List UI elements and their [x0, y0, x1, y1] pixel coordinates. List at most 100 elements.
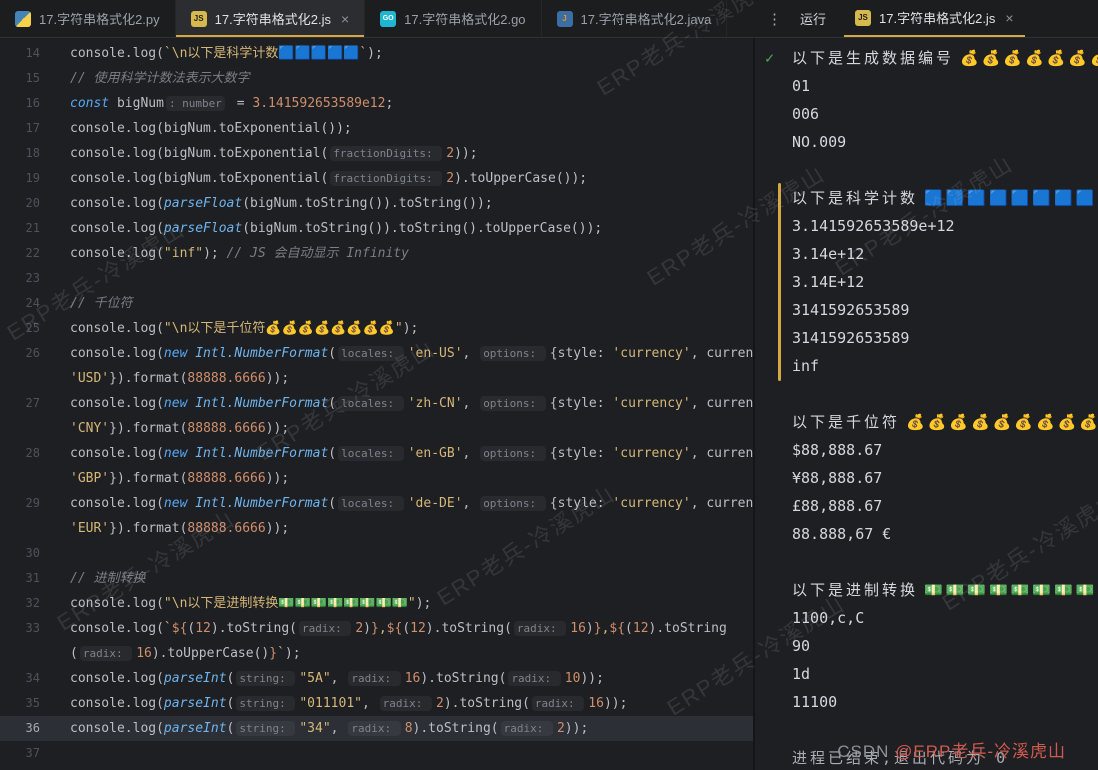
code-line[interactable]: 16const bigNum: number = 3.141592653589e…	[0, 91, 753, 116]
code-line[interactable]: 21console.log(parseFloat(bigNum.toString…	[0, 216, 753, 241]
line-number[interactable]: 15	[0, 66, 40, 91]
code-line[interactable]: 27console.log(new Intl.NumberFormat(loca…	[0, 391, 753, 416]
line-number[interactable]: 37	[0, 741, 40, 766]
line-number[interactable]: 36	[0, 716, 40, 741]
code-line[interactable]: 'CNY'}).format(88888.6666));	[0, 416, 753, 441]
code-line[interactable]: 35console.log(parseInt(string: "011101",…	[0, 691, 753, 716]
code-line[interactable]: 32console.log("\n以下是进制转换💵💵💵💵💵💵💵💵");	[0, 591, 753, 616]
line-number[interactable]: 31	[0, 566, 40, 591]
editor-tab-py[interactable]: 17.字符串格式化2.py	[0, 0, 176, 37]
code-text: // 进制转换	[40, 566, 145, 591]
line-number[interactable]: 30	[0, 541, 40, 566]
run-toolwindow-header: ⋮ 运行 JS 17.字符串格式化2.js ×	[757, 0, 1025, 37]
code-line[interactable]: 20console.log(parseFloat(bigNum.toString…	[0, 191, 753, 216]
code-line[interactable]: (radix: 16).toUpperCase()}`);	[0, 641, 753, 666]
line-number[interactable]	[0, 366, 40, 391]
terminal-line: 006	[755, 100, 1098, 128]
more-options-icon[interactable]: ⋮	[757, 0, 792, 37]
terminal-line: inf	[755, 352, 1098, 380]
line-number[interactable]: 25	[0, 316, 40, 341]
line-number[interactable]: 22	[0, 241, 40, 266]
terminal-line: 3141592653589	[755, 296, 1098, 324]
line-number[interactable]: 32	[0, 591, 40, 616]
line-number[interactable]	[0, 416, 40, 441]
close-icon[interactable]: ×	[1005, 10, 1013, 26]
terminal-text: ¥88,888.67	[792, 469, 882, 487]
terminal-text: 3141592653589	[792, 329, 909, 347]
code-line[interactable]: 'GBP'}).format(88888.6666));	[0, 466, 753, 491]
code-line[interactable]: 34console.log(parseInt(string: "5A", rad…	[0, 666, 753, 691]
code-line[interactable]: 28console.log(new Intl.NumberFormat(loca…	[0, 441, 753, 466]
code-line[interactable]: 'USD'}).format(88888.6666));	[0, 366, 753, 391]
line-number[interactable]: 24	[0, 291, 40, 316]
code-line[interactable]: 'EUR'}).format(88888.6666));	[0, 516, 753, 541]
line-number[interactable]: 20	[0, 191, 40, 216]
csdn-credit-prefix: CSDN	[837, 742, 895, 761]
code-text: console.log(new Intl.NumberFormat(locale…	[40, 441, 753, 466]
line-number[interactable]	[0, 516, 40, 541]
terminal-text: 1d	[792, 665, 810, 683]
line-number[interactable]: 34	[0, 666, 40, 691]
line-number[interactable]: 14	[0, 41, 40, 66]
line-number[interactable]	[0, 641, 40, 666]
code-line[interactable]: 14console.log(`\n以下是科学计数🟦🟦🟦🟦🟦`);	[0, 41, 753, 66]
code-text: console.log(new Intl.NumberFormat(locale…	[40, 341, 753, 366]
line-number[interactable]: 27	[0, 391, 40, 416]
line-number[interactable]: 16	[0, 91, 40, 116]
terminal-line: £88,888.67	[755, 492, 1098, 520]
code-line[interactable]: 24// 千位符	[0, 291, 753, 316]
line-number[interactable]: 35	[0, 691, 40, 716]
line-number[interactable]: 28	[0, 441, 40, 466]
code-editor[interactable]: 14console.log(`\n以下是科学计数🟦🟦🟦🟦🟦`);15// 使用科…	[0, 38, 753, 770]
tab-label: 17.字符串格式化2.js	[215, 9, 331, 28]
line-number[interactable]: 18	[0, 141, 40, 166]
terminal-line: 以下是科学计数🟦🟦🟦🟦🟦🟦🟦🟦	[755, 184, 1098, 212]
close-icon[interactable]: ×	[341, 11, 349, 27]
code-text: console.log(new Intl.NumberFormat(locale…	[40, 491, 753, 516]
code-line[interactable]: 15// 使用科学计数法表示大数字	[0, 66, 753, 91]
code-text: (radix: 16).toUpperCase()}`);	[40, 641, 301, 666]
code-line[interactable]: 23	[0, 266, 753, 291]
terminal-text: $88,888.67	[792, 441, 882, 459]
line-number[interactable]: 23	[0, 266, 40, 291]
tab-label: 17.字符串格式化2.py	[39, 9, 160, 28]
editor-tab-go[interactable]: GO17.字符串格式化2.go	[365, 0, 541, 37]
editor-tab-java[interactable]: J17.字符串格式化2.java	[542, 0, 728, 37]
line-number[interactable]: 33	[0, 616, 40, 641]
line-number[interactable]: 19	[0, 166, 40, 191]
code-line[interactable]: 37	[0, 741, 753, 766]
line-number[interactable]: 21	[0, 216, 40, 241]
line-number[interactable]: 29	[0, 491, 40, 516]
code-line[interactable]: 19console.log(bigNum.toExponential(fract…	[0, 166, 753, 191]
code-line[interactable]: 18console.log(bigNum.toExponential(fract…	[0, 141, 753, 166]
code-line[interactable]: 26console.log(new Intl.NumberFormat(loca…	[0, 341, 753, 366]
line-number[interactable]: 17	[0, 116, 40, 141]
code-line[interactable]: 22console.log("inf"); // JS 会自动显示 Infini…	[0, 241, 753, 266]
code-line[interactable]: 30	[0, 541, 753, 566]
code-line[interactable]: 25console.log("\n以下是千位符💰💰💰💰💰💰💰💰");	[0, 316, 753, 341]
code-line[interactable]: 36console.log(parseInt(string: "34", rad…	[0, 716, 753, 741]
code-line[interactable]: 29console.log(new Intl.NumberFormat(loca…	[0, 491, 753, 516]
terminal-line: ✓以下是生成数据编号💰💰💰💰💰💰💰💰	[755, 44, 1098, 72]
code-line[interactable]: 17console.log(bigNum.toExponential());	[0, 116, 753, 141]
success-check-icon: ✓	[765, 44, 774, 72]
terminal-line: ¥88,888.67	[755, 464, 1098, 492]
terminal-text: 01	[792, 77, 810, 95]
code-text: const bigNum: number = 3.141592653589e12…	[40, 91, 393, 116]
code-text: console.log(new Intl.NumberFormat(locale…	[40, 391, 753, 416]
tab-label: 17.字符串格式化2.java	[581, 9, 712, 28]
code-line[interactable]: 33console.log(`${(12).toString(radix: 2)…	[0, 616, 753, 641]
go-file-icon: GO	[380, 11, 396, 27]
code-line[interactable]: 31// 进制转换	[0, 566, 753, 591]
terminal-text: 3141592653589	[792, 301, 909, 319]
code-text: 'GBP'}).format(88888.6666));	[40, 466, 289, 491]
csdn-credit-author: @ERP老兵-冷溪虎山	[895, 742, 1066, 761]
terminal-text: 88.888,67 €	[792, 525, 891, 543]
line-number[interactable]: 26	[0, 341, 40, 366]
code-text: // 千位符	[40, 291, 132, 316]
editor-tab-js[interactable]: JS17.字符串格式化2.js×	[176, 0, 366, 37]
run-tab[interactable]: JS 17.字符串格式化2.js ×	[844, 0, 1025, 37]
line-number[interactable]	[0, 466, 40, 491]
terminal-line: $88,888.67	[755, 436, 1098, 464]
code-text: console.log(`${(12).toString(radix: 2)},…	[40, 616, 727, 641]
